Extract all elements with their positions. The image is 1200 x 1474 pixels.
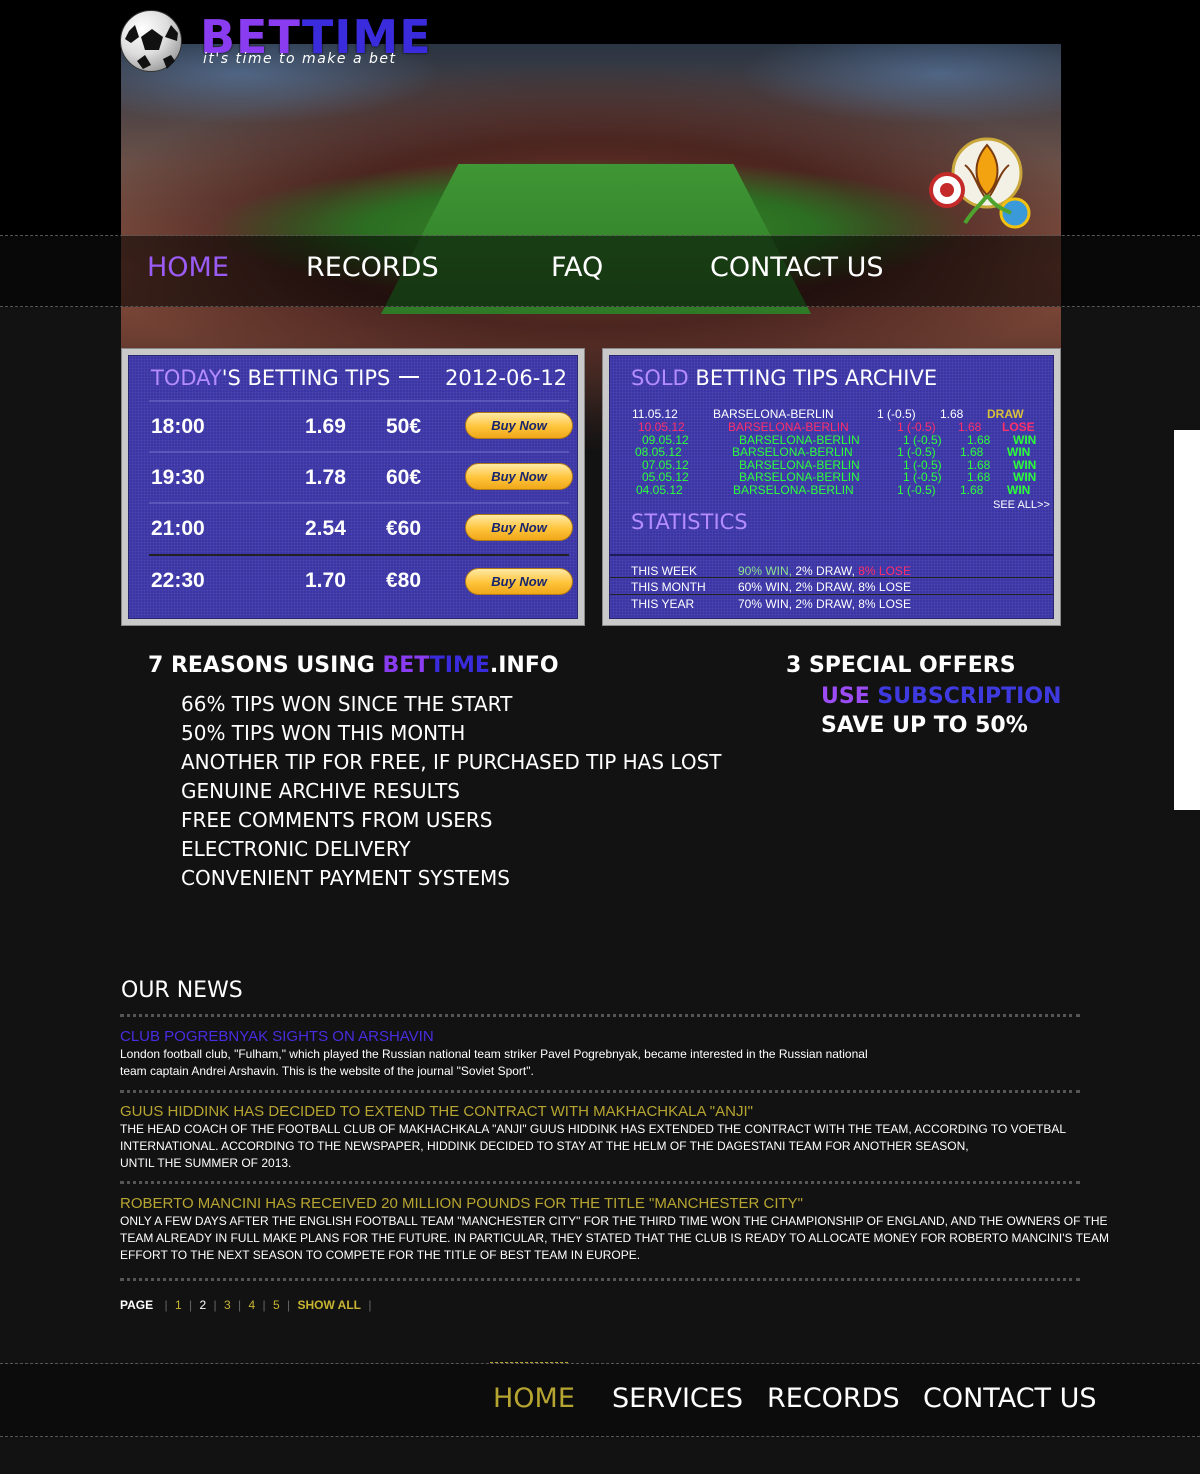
news-heading: OUR NEWS <box>121 978 243 1003</box>
news-title-link[interactable]: ROBERTO MANCINI HAS RECEIVED 20 MILLION … <box>120 1195 803 1212</box>
footer-divider-bottom <box>0 1436 1200 1437</box>
tip-row: 18:00 1.69 50€ Buy Now <box>129 400 577 450</box>
tip-time: 18:00 <box>151 415 205 438</box>
page-label: PAGE <box>120 1298 154 1312</box>
archive-title: SOLD BETTING TIPS ARCHIVE <box>631 366 938 390</box>
page-link-2-current[interactable]: 2 <box>199 1298 206 1312</box>
page-link-3[interactable]: 3 <box>224 1298 231 1312</box>
page-link-5[interactable]: 5 <box>273 1298 280 1312</box>
archive-row: 10.05.12 BARSELONA-BERLIN 1 (-0.5) 1.68 … <box>638 420 1035 434</box>
result-badge: DRAW <box>987 407 1024 421</box>
page-link-4[interactable]: 4 <box>248 1298 255 1312</box>
nav-divider-bottom <box>0 306 1200 307</box>
tip-time: 19:30 <box>151 466 205 489</box>
news-divider <box>120 1090 1080 1093</box>
result-badge: LOSE <box>1002 420 1035 434</box>
tip-odds: 1.70 <box>305 569 346 592</box>
pagination: PAGE | 1 | 2 | 3 | 4 | 5 | SHOW ALL | <box>120 1298 372 1312</box>
footer-home-link[interactable]: HOME <box>493 1383 575 1414</box>
nav-contact-link[interactable]: CONTACT US <box>710 252 884 283</box>
nav-home-link[interactable]: HOME <box>147 252 229 283</box>
tip-odds: 1.69 <box>305 415 346 438</box>
tip-stake: €60 <box>386 517 422 540</box>
buy-now-button[interactable]: Buy Now <box>465 514 573 541</box>
tip-stake: €80 <box>386 569 422 592</box>
news-divider <box>120 1014 1080 1017</box>
reason-item: 50% TIPS WON THIS MONTH <box>181 721 466 745</box>
footer-active-indicator <box>490 1362 568 1363</box>
nav-divider-top <box>0 235 1200 236</box>
row-divider <box>149 451 569 453</box>
reasons-list: 66% TIPS WON SINCE THE START 50% TIPS WO… <box>181 690 721 893</box>
stat-row: THIS MONTH 60% WIN, 2% DRAW, 8% LOSE <box>610 577 1053 594</box>
archive-row: 05.05.12 BARSELONA-BERLIN 1 (-0.5) 1.68 … <box>642 470 1037 484</box>
tip-stake: 50€ <box>386 415 422 438</box>
archive-row: 04.05.12 BARSELONA-BERLIN 1 (-0.5) 1.68 … <box>636 483 1031 497</box>
result-badge: WIN <box>1007 445 1031 459</box>
buy-now-button[interactable]: Buy Now <box>465 463 573 490</box>
reason-item: 66% TIPS WON SINCE THE START <box>181 692 513 716</box>
result-badge: WIN <box>1007 483 1031 497</box>
row-divider <box>149 554 569 556</box>
archive-row: 08.05.12 BARSELONA-BERLIN 1 (-0.5) 1.68 … <box>635 445 1031 459</box>
tips-title: TODAY'S BETTING TIPS <box>151 366 391 390</box>
row-divider <box>149 502 569 504</box>
save-offer-text: SAVE UP TO 50% <box>821 713 1028 738</box>
tips-date: 2012-06-12 <box>445 366 568 390</box>
tip-row: 21:00 2.54 €60 Buy Now <box>129 502 577 552</box>
nav-records-link[interactable]: RECORDS <box>306 252 439 283</box>
euro-2012-emblem-icon <box>929 137 1031 229</box>
news-body: THE HEAD COACH OF THE FOOTBALL CLUB OF M… <box>120 1122 1067 1170</box>
stat-row: THIS YEAR 70% WIN, 2% DRAW, 8% LOSE <box>610 594 1053 611</box>
reason-item: ANOTHER TIP FOR FREE, IF PURCHASED TIP H… <box>181 750 722 774</box>
buy-now-button[interactable]: Buy Now <box>465 568 573 595</box>
archive-row: 11.05.12 BARSELONA-BERLIN 1 (-0.5) 1.68 … <box>632 407 1024 421</box>
todays-tips-panel: TODAY'S BETTING TIPS 2012-06-12 18:00 1.… <box>121 348 585 626</box>
offers-title: 3 SPECIAL OFFERS <box>786 653 1016 678</box>
reason-item: GENUINE ARCHIVE RESULTS <box>181 779 460 803</box>
subscription-offer-link[interactable]: USE SUBSCRIPTION <box>821 684 1061 709</box>
tip-time: 21:00 <box>151 517 205 540</box>
footer-contact-link[interactable]: CONTACT US <box>923 1383 1097 1414</box>
tip-odds: 1.78 <box>305 466 346 489</box>
news-title-link[interactable]: GUUS HIDDINK HAS DECIDED TO EXTEND THE C… <box>120 1103 753 1120</box>
footer-divider-top <box>0 1363 1200 1364</box>
footer-services-link[interactable]: SERVICES <box>612 1383 743 1414</box>
tip-row: 19:30 1.78 60€ Buy Now <box>129 451 577 501</box>
page-link-1[interactable]: 1 <box>175 1298 182 1312</box>
archive-panel: SOLD BETTING TIPS ARCHIVE 11.05.12 BARSE… <box>602 348 1061 626</box>
row-divider <box>149 400 569 402</box>
result-badge: WIN <box>1013 470 1037 484</box>
title-dash <box>399 376 419 378</box>
news-divider <box>120 1278 1080 1281</box>
buy-now-button[interactable]: Buy Now <box>465 412 573 439</box>
reasons-title: 7 REASONS USING BETTIME.INFO <box>148 653 559 678</box>
show-all-link[interactable]: SHOW ALL <box>297 1298 361 1312</box>
tip-odds: 2.54 <box>305 517 346 540</box>
news-body: ONLY A FEW DAYS AFTER THE ENGLISH FOOTBA… <box>120 1214 1109 1262</box>
reason-item: CONVENIENT PAYMENT SYSTEMS <box>181 866 510 890</box>
reason-item: FREE COMMENTS FROM USERS <box>181 808 493 832</box>
statistics-title: STATISTICS <box>631 510 748 534</box>
footer-records-link[interactable]: RECORDS <box>767 1383 900 1414</box>
soccer-ball-logo-icon[interactable] <box>120 10 182 72</box>
news-title-link[interactable]: CLUB POGREBNYAK SIGHTS ON ARSHAVIN <box>120 1028 434 1045</box>
tip-time: 22:30 <box>151 569 205 592</box>
news-body: London football club, "Fulham," which pl… <box>120 1047 868 1078</box>
page-edge-strip <box>1174 430 1200 810</box>
see-all-link[interactable]: SEE ALL>> <box>993 499 1050 511</box>
tip-row: 22:30 1.70 €80 Buy Now <box>129 554 577 604</box>
reason-item: ELECTRONIC DELIVERY <box>181 837 411 861</box>
logo-tagline: it's time to make a bet <box>203 51 397 67</box>
news-divider <box>120 1181 1080 1184</box>
nav-faq-link[interactable]: FAQ <box>551 252 603 283</box>
stats-divider <box>610 554 1053 556</box>
stat-row: THIS WEEK 90% WIN, 2% DRAW, 8% LOSE <box>631 564 911 578</box>
tip-stake: 60€ <box>386 466 422 489</box>
